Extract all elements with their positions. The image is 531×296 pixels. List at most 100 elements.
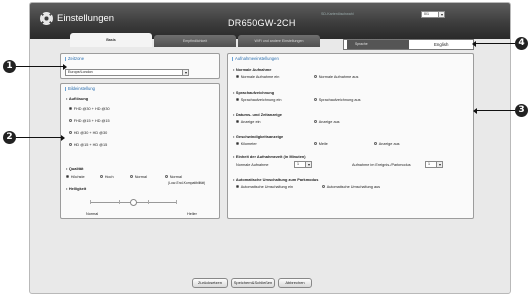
quality-note: (Low-End-Kompatibilität) [168, 181, 206, 185]
radio-icon [374, 142, 378, 146]
brightness-max-label: Heller [187, 212, 197, 216]
quality-option[interactable]: Hoch [100, 175, 114, 179]
tab-bar: Basis Empfindlichkeit WiFi und andere Ei… [70, 33, 320, 47]
unit-normal-value: 1 [297, 162, 299, 166]
resolution-option[interactable]: HD @15 + HD @15 [69, 143, 107, 147]
slider-tick [148, 200, 149, 204]
radio-icon [69, 131, 73, 135]
radio-selected-icon [69, 107, 73, 111]
chevron-down-icon [305, 162, 311, 167]
quality-option[interactable]: Höchste [66, 175, 85, 179]
radio-selected-icon [66, 175, 70, 179]
resolution-option[interactable]: FHD @30 + HD @30 [69, 107, 110, 111]
normal-recording-label: Normale Aufnahme [233, 67, 272, 72]
recording-title: Aufnahmeeinstellungen [232, 56, 279, 61]
callout-4-leader [472, 40, 515, 47]
video-title: Bildeinstellung [65, 86, 95, 91]
unit-normal-select[interactable]: 1 [294, 161, 312, 168]
unit-event-value: 1 [428, 162, 430, 166]
radio-icon [69, 143, 73, 147]
gear-icon [40, 12, 53, 25]
timezone-title: Zeitzone [65, 56, 84, 61]
normal-recording-on[interactable]: Normale Aufnahme ein [236, 75, 279, 79]
normal-recording-off[interactable]: Normale Aufnahme aus [314, 75, 358, 79]
language-row[interactable]: Sprache English [343, 39, 474, 50]
title-bar: Einstellungen DR650GW-2CH Basis Empfindl… [30, 3, 510, 47]
slider-handle[interactable] [130, 199, 137, 206]
chevron-down-icon [438, 12, 444, 17]
radio-selected-icon [236, 98, 240, 102]
callout-1-leader [16, 63, 67, 70]
speed-off[interactable]: Anzeige aus [374, 142, 400, 146]
brightness-label: Helligkeit [66, 186, 86, 191]
quality-option[interactable]: Normal [130, 175, 147, 179]
recording-panel: Aufnahmeeinstellungen Normale Aufnahme N… [227, 53, 474, 219]
save-close-button[interactable]: Speichern&Schließen [231, 278, 275, 288]
radio-icon [314, 98, 318, 102]
chevron-down-icon [436, 162, 442, 167]
voice-recording-label: Sprachaufzeichnung [233, 90, 274, 95]
slider-tick [90, 200, 91, 204]
radio-selected-icon [236, 120, 240, 124]
cancel-button[interactable]: Abbrechen [278, 278, 312, 288]
quality-option[interactable]: Normal [165, 175, 182, 179]
datetime-off[interactable]: Anzeige aus [314, 120, 340, 124]
video-panel: Bildeinstellung Auflösung FHD @30 + HD @… [60, 83, 220, 219]
resolution-option[interactable]: HD @30 + HD @30 [69, 131, 107, 135]
resolution-option[interactable]: FHD @15 + HD @15 [69, 119, 110, 123]
brightness-min-label: Normal [86, 212, 99, 216]
tab-wifi[interactable]: WiFi und andere Einstellungen [238, 35, 320, 47]
radio-selected-icon [236, 75, 240, 79]
speed-kilometer[interactable]: Kilometer [236, 142, 257, 146]
radio-icon [100, 175, 104, 179]
sd-card-label: SD-Kartenlöschwahl [321, 12, 354, 16]
tab-basis[interactable]: Basis [70, 33, 152, 47]
language-value: English [434, 42, 449, 47]
quality-label: Qualität [66, 166, 83, 171]
unit-normal-label: Normale Aufnahme [236, 163, 269, 167]
radio-selected-icon [236, 185, 240, 189]
timezone-value: Europe/London [68, 70, 93, 74]
settings-window: Einstellungen DR650GW-2CH Basis Empfindl… [29, 2, 511, 294]
unit-event-label: Aufnahme im Ereignis-/Parkmodus [352, 163, 411, 167]
tab-sensitivity[interactable]: Empfindlichkeit [154, 35, 236, 47]
parking-label: Automatische Umschaltung zum Parkmodus [233, 177, 319, 182]
radio-icon [322, 185, 326, 189]
callout-1: 1 [3, 60, 16, 73]
parking-off[interactable]: Automatische Umschaltung aus [322, 185, 380, 189]
slider-tick [176, 200, 177, 204]
unit-label: Einheit der Aufnahmezeit (in Minuten) [233, 154, 306, 159]
datetime-label: Datums- und Zeitanzeige [233, 112, 282, 117]
datetime-on[interactable]: Anzeige ein [236, 120, 261, 124]
sd-card-select[interactable]: 0/1 [421, 11, 445, 18]
chevron-down-icon [182, 70, 188, 75]
sd-card-row: SD-Kartenlöschwahl 0/1 [321, 11, 481, 21]
radio-icon [314, 120, 318, 124]
radio-icon [314, 142, 318, 146]
resolution-label: Auflösung [66, 96, 88, 101]
callout-3-leader [473, 107, 515, 114]
radio-icon [165, 175, 169, 179]
callout-2-leader [16, 134, 65, 141]
speed-mile[interactable]: Meile [314, 142, 328, 146]
radio-icon [130, 175, 134, 179]
reset-button[interactable]: Zurücksetzen [192, 278, 228, 288]
window-title: Einstellungen [57, 13, 115, 24]
timezone-panel: Zeitzone Europe/London [60, 53, 220, 79]
speed-label: Geschwindigkeitsanzeige [233, 134, 283, 139]
timezone-select[interactable]: Europe/London [65, 69, 189, 76]
language-label: Sprache [347, 40, 409, 49]
callout-3: 3 [515, 104, 528, 117]
callout-2: 2 [3, 131, 16, 144]
button-bar: Zurücksetzen Speichern&Schließen Abbrech… [30, 275, 510, 293]
voice-recording-off[interactable]: Sprachaufzeichnung aus [314, 98, 360, 102]
parking-on[interactable]: Automatische Umschaltung ein [236, 185, 293, 189]
radio-selected-icon [236, 142, 240, 146]
radio-icon [69, 119, 73, 123]
callout-4: 4 [515, 37, 528, 50]
slider-tick [119, 200, 120, 204]
model-name: DR650GW-2CH [228, 18, 296, 28]
voice-recording-on[interactable]: Sprachaufzeichnung ein [236, 98, 281, 102]
unit-event-select[interactable]: 1 [425, 161, 443, 168]
radio-icon [314, 75, 318, 79]
